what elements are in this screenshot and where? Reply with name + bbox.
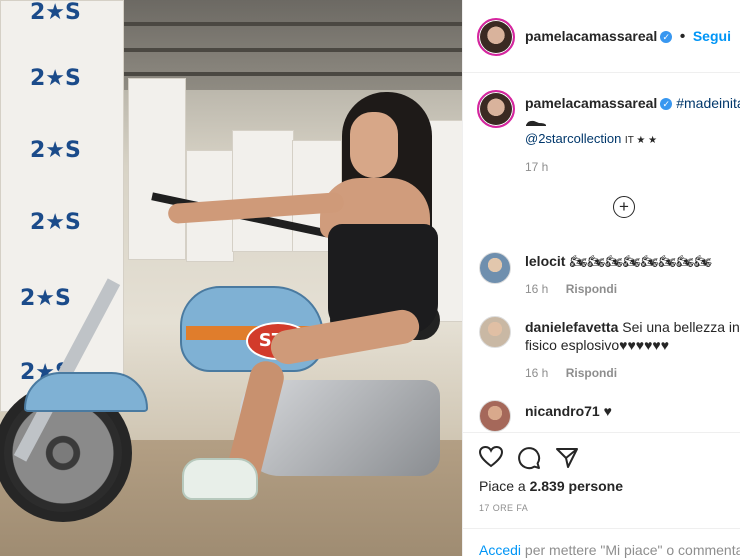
comment-avatar[interactable] bbox=[479, 400, 511, 432]
share-icon[interactable] bbox=[555, 446, 579, 470]
comment-text: Sei una bellezza infin bbox=[622, 319, 740, 335]
box-logo: 2★S bbox=[30, 210, 81, 235]
caption-username[interactable]: pamelacamassareal bbox=[525, 95, 657, 111]
box-stack bbox=[128, 78, 186, 260]
post-photo[interactable]: 2★S 2★S 2★S 2★S 2★S 2★S STP bbox=[0, 0, 462, 556]
separator-dot: • bbox=[679, 28, 686, 45]
comment-row: danielefavetta Sei una bellezza infin bbox=[525, 318, 740, 336]
sneaker-icon bbox=[525, 114, 547, 126]
comment-time: 16 h bbox=[525, 366, 549, 380]
load-more-comments-icon[interactable]: + bbox=[613, 196, 635, 218]
heart-icon[interactable] bbox=[479, 446, 503, 468]
comment-icon[interactable] bbox=[517, 446, 541, 470]
caption-meta: 17 h bbox=[525, 160, 562, 174]
comment-avatar[interactable] bbox=[479, 252, 511, 284]
comment-text: 🏍🏍🏍🏍🏍🏍🏍🏍 bbox=[569, 253, 712, 269]
actions-divider bbox=[463, 432, 740, 433]
front-fender bbox=[24, 372, 148, 412]
header-divider bbox=[463, 72, 740, 73]
box-stack bbox=[0, 0, 124, 412]
box-stack bbox=[232, 130, 294, 252]
caption-mention[interactable]: @2starcollection bbox=[525, 131, 621, 146]
box-logo: 2★S bbox=[20, 286, 71, 311]
ceiling-beam bbox=[120, 22, 462, 26]
box-logo: 2★S bbox=[30, 0, 81, 25]
comment-text: fisico esplosivo♥♥♥♥♥♥ bbox=[525, 337, 670, 353]
ceiling-beam bbox=[120, 48, 462, 52]
verified-icon: ✓ bbox=[660, 98, 673, 111]
comment-time: 16 h bbox=[525, 282, 549, 296]
comment-meta: 16 h Rispondi bbox=[525, 282, 631, 296]
post-header: pamelacamassareal ✓ • Segui bbox=[525, 28, 731, 46]
comment-username[interactable]: nicandro71 bbox=[525, 403, 600, 419]
comment-avatar[interactable] bbox=[479, 316, 511, 348]
box-logo: 2★S bbox=[30, 66, 81, 91]
caption-avatar[interactable] bbox=[477, 90, 515, 128]
caption-line-1: pamelacamassareal✓ #madeinitaly bbox=[525, 94, 740, 112]
comment-username[interactable]: danielefavetta bbox=[525, 319, 618, 335]
comment-row-continued: fisico esplosivo♥♥♥♥♥♥ bbox=[525, 336, 669, 354]
likes-number: 2.839 bbox=[529, 478, 565, 494]
caption-suffix: IT ★ ★ bbox=[624, 135, 658, 146]
caption-hashtag[interactable]: #madeinitaly bbox=[676, 95, 740, 111]
face bbox=[350, 112, 398, 178]
warehouse-ceiling bbox=[120, 0, 462, 90]
sneaker bbox=[182, 458, 258, 500]
comment-row: lelocit 🏍🏍🏍🏍🏍🏍🏍🏍 bbox=[525, 252, 712, 270]
comment-username[interactable]: lelocit bbox=[525, 253, 565, 269]
follow-button[interactable]: Segui bbox=[693, 28, 731, 44]
likes-count[interactable]: Piace a 2.839 persone bbox=[479, 478, 623, 494]
comment-text: ♥ bbox=[603, 403, 612, 419]
author-username[interactable]: pamelacamassareal bbox=[525, 28, 657, 44]
author-avatar[interactable] bbox=[477, 18, 515, 56]
likes-suffix: persone bbox=[564, 478, 623, 494]
ceiling-beam bbox=[120, 72, 462, 76]
reply-button[interactable]: Rispondi bbox=[566, 282, 617, 296]
reply-button[interactable]: Rispondi bbox=[566, 366, 617, 380]
post-sidebar: pamelacamassareal ✓ • Segui pamelacamassa… bbox=[462, 0, 740, 558]
caption-line-2: @2starcollection IT ★ ★ bbox=[525, 130, 657, 150]
comment-row: nicandro71 ♥ bbox=[525, 402, 612, 420]
box-logo: 2★S bbox=[30, 138, 81, 163]
post-timestamp: 17 ORE FA bbox=[479, 503, 529, 513]
caption-time: 17 h bbox=[525, 160, 549, 174]
likes-prefix: Piace a bbox=[479, 478, 530, 494]
verified-icon: ✓ bbox=[660, 30, 673, 43]
footer-divider bbox=[463, 528, 740, 529]
comment-meta: 16 h Rispondi bbox=[525, 366, 631, 380]
